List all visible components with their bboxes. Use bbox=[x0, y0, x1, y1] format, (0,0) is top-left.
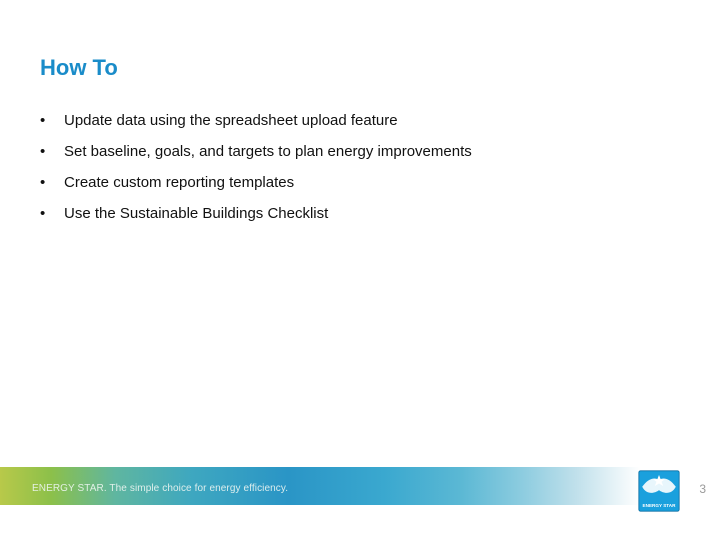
bullet-text: Set baseline, goals, and targets to plan… bbox=[64, 141, 472, 162]
bullet-icon: • bbox=[40, 141, 64, 162]
svg-text:ENERGY STAR: ENERGY STAR bbox=[643, 503, 677, 508]
bullet-text: Update data using the spreadsheet upload… bbox=[64, 110, 398, 131]
energy-star-logo-icon: ENERGY STAR bbox=[638, 470, 680, 512]
slide-title: How To bbox=[40, 55, 118, 81]
footer-tagline: ENERGY STAR. The simple choice for energ… bbox=[32, 483, 288, 494]
bullet-text: Use the Sustainable Buildings Checklist bbox=[64, 203, 328, 224]
bullet-text: Create custom reporting templates bbox=[64, 172, 294, 193]
list-item: • Create custom reporting templates bbox=[40, 172, 680, 193]
list-item: • Update data using the spreadsheet uplo… bbox=[40, 110, 680, 131]
bullet-icon: • bbox=[40, 172, 64, 193]
list-item: • Set baseline, goals, and targets to pl… bbox=[40, 141, 680, 162]
bullet-icon: • bbox=[40, 203, 64, 224]
slide: How To • Update data using the spreadshe… bbox=[0, 0, 720, 540]
list-item: • Use the Sustainable Buildings Checklis… bbox=[40, 203, 680, 224]
bullet-icon: • bbox=[40, 110, 64, 131]
page-number: 3 bbox=[699, 482, 706, 496]
bullet-list: • Update data using the spreadsheet uplo… bbox=[40, 110, 680, 234]
